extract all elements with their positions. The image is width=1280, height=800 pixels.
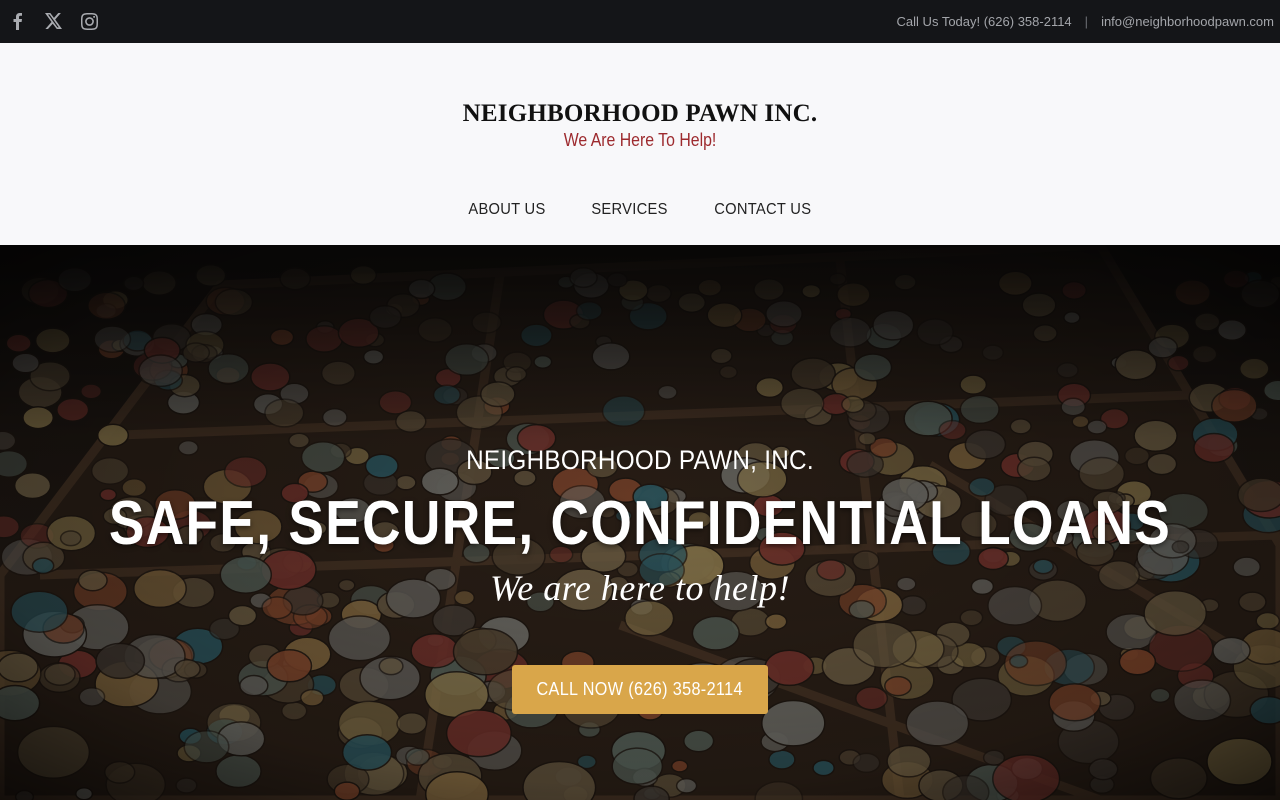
hero-headline: SAFE, SECURE, CONFIDENTIAL LOANS (108, 489, 1172, 558)
email-link[interactable]: info@neighborhoodpawn.com (1101, 14, 1274, 29)
separator: | (1084, 14, 1089, 29)
hero-content: NEIGHBORHOOD PAWN, INC. SAFE, SECURE, CO… (0, 245, 1280, 800)
social-links (6, 11, 100, 31)
facebook-icon[interactable] (6, 11, 28, 31)
main-nav: ABOUT US SERVICES CONTACT US (0, 201, 1280, 219)
nav-about-us[interactable]: ABOUT US (468, 201, 545, 219)
site-logo[interactable]: NEIGHBORHOOD PAWN INC. We Are Here To He… (0, 100, 1280, 151)
contact-info: Call Us Today! (626) 358-2114 | info@nei… (897, 14, 1274, 29)
site-header: NEIGHBORHOOD PAWN INC. We Are Here To He… (0, 43, 1280, 245)
call-now-label: CALL NOW (626) 358-2114 (536, 679, 744, 699)
logo-name: NEIGHBORHOOD PAWN INC. (462, 100, 818, 127)
hero-section: NEIGHBORHOOD PAWN, INC. SAFE, SECURE, CO… (0, 245, 1280, 800)
hero-subline: We are here to help! (490, 568, 790, 608)
nav-contact-us[interactable]: CONTACT US (714, 201, 811, 219)
logo-tagline: We Are Here To Help! (563, 130, 717, 150)
top-bar: Call Us Today! (626) 358-2114 | info@nei… (0, 0, 1280, 43)
instagram-icon[interactable] (78, 11, 100, 31)
phone-text: Call Us Today! (626) 358-2114 (896, 14, 1072, 29)
x-twitter-icon[interactable] (42, 11, 64, 31)
hero-eyebrow: NEIGHBORHOOD PAWN, INC. (466, 445, 814, 475)
nav-services[interactable]: SERVICES (591, 201, 667, 219)
call-now-button[interactable]: CALL NOW (626) 358-2114 (512, 665, 768, 714)
